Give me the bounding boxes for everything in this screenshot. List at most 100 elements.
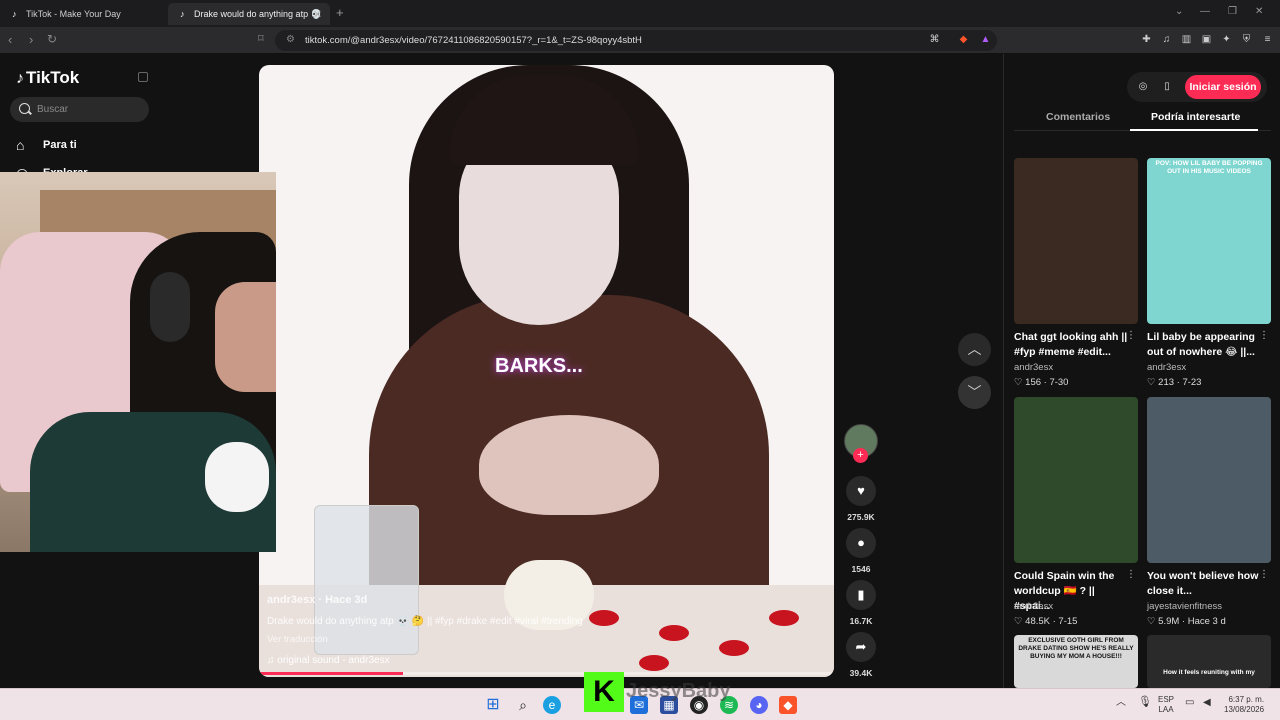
brave-shields-icon[interactable]: ◆ (958, 34, 969, 45)
language-code: ESP (1158, 695, 1175, 704)
search-icon[interactable]: ⌕ (514, 696, 532, 714)
video-thumbnail[interactable] (1014, 158, 1138, 324)
tab-tiktok-home[interactable]: ♪ TikTok - Make Your Day (0, 3, 166, 25)
vpn-icon[interactable]: ⛨ (1241, 34, 1252, 45)
collapse-sidebar-icon[interactable] (138, 72, 148, 82)
close-window-icon[interactable]: ✕ (1255, 6, 1263, 17)
sound-link[interactable]: ♫ original sound - andr3esx (267, 655, 390, 666)
video-thumbnail[interactable]: POV: HOW LIL BABY BE POPPING OUT IN HIS … (1147, 158, 1271, 324)
card-author[interactable]: andr3esx (1014, 601, 1053, 612)
webcam-overlay (0, 172, 276, 552)
tiktok-page: ♪TikTok Buscar ⌂ Para ti ◎ Explorar BARK… (0, 54, 1280, 688)
video-frame-detail (479, 415, 659, 515)
video-player[interactable]: BARKS... andr3esx · Hace 3d Drake would … (259, 65, 834, 677)
video-thumbnail[interactable]: EXCLUSIVE GOTH GIRL FROM DRAKE DATING SH… (1014, 635, 1138, 688)
close-tab-icon[interactable]: ✕ (313, 8, 322, 21)
windows-start-icon[interactable]: ⊞ (484, 696, 502, 714)
url-text[interactable]: tiktok.com/@andr3esx/video/7672411086820… (305, 35, 642, 46)
comment-button[interactable]: ● 1546 (843, 528, 879, 574)
phone-icon[interactable]: ▯ (1161, 81, 1173, 93)
comment-icon: ● (846, 528, 876, 558)
video-description: Drake would do anything atp 💀 🤔 || #fyp … (267, 616, 583, 627)
tab-title: TikTok - Make Your Day (26, 9, 121, 19)
media-icon[interactable]: ♫ (1161, 34, 1172, 45)
bookmark-icon[interactable]: ⌑ (258, 32, 264, 45)
heart-icon: ♥ (846, 476, 876, 506)
right-panel: ◎ ▯ Iniciar sesión Comentarios Podría in… (1003, 54, 1280, 688)
previous-video-button[interactable]: ︿ (958, 333, 991, 366)
tray-chevron-icon[interactable]: ︿ (1116, 698, 1126, 708)
share-count: 39.4K (849, 668, 873, 678)
card-title[interactable]: Chat ggt looking ahh || #fyp #meme #edit… (1014, 330, 1132, 360)
extensions-icon[interactable]: ✚ (1141, 34, 1152, 45)
chevron-down-icon: ﹀ (967, 384, 982, 400)
card-author[interactable]: andr3esx (1147, 362, 1186, 373)
more-options-icon[interactable]: ⋮ (1126, 569, 1136, 580)
login-button[interactable]: Iniciar sesión (1185, 75, 1261, 99)
card-author[interactable]: jayestavienfitness (1147, 601, 1222, 612)
translate-icon[interactable]: ⌘ (929, 34, 940, 45)
address-bar-row: ‹ › ↻ ⌑ ⚙ tiktok.com/@andr3esx/video/767… (0, 27, 1280, 54)
coin-icon[interactable]: ◎ (1137, 81, 1149, 93)
tab-video[interactable]: ♪ Drake would do anything atp 💀 ✕ (168, 3, 330, 25)
menu-icon[interactable]: ≡ (1262, 34, 1273, 45)
new-tab-button[interactable]: + (336, 5, 344, 20)
tiktok-logo-icon: ♪ (16, 70, 24, 87)
site-info-icon[interactable]: ⚙ (286, 34, 295, 45)
network-icon[interactable]: ▭ (1185, 698, 1194, 708)
tab-search-icon[interactable]: ⌄ (1175, 6, 1183, 17)
share-icon: ➦ (846, 632, 876, 662)
leo-icon[interactable]: ✦ (1221, 34, 1232, 45)
tab-comments[interactable]: Comentarios (1046, 111, 1110, 123)
language-indicator[interactable]: ESP LAA (1158, 695, 1174, 715)
search-icon (19, 103, 30, 114)
rewards-icon[interactable]: ▲ (980, 34, 991, 45)
tab-suggested[interactable]: Podría interesarte (1151, 111, 1240, 123)
discord-icon[interactable]: ◕ (750, 696, 768, 714)
edge-icon[interactable]: e (543, 696, 561, 714)
translate-link[interactable]: Ver traducción (267, 634, 328, 645)
video-frame-petal (639, 655, 669, 671)
more-options-icon[interactable]: ⋮ (1259, 330, 1269, 341)
video-thumbnail[interactable] (1147, 397, 1271, 563)
next-video-button[interactable]: ﹀ (958, 376, 991, 409)
share-button[interactable]: ➦ 39.4K (843, 632, 879, 678)
video-thumbnail[interactable]: How it feels reuniting with my (1147, 635, 1271, 688)
wallet-icon[interactable]: ▣ (1201, 34, 1212, 45)
video-frame-petal (719, 640, 749, 656)
comment-count: 1546 (851, 564, 871, 574)
clock[interactable]: 6:37 p. m. 13/08/2026 (1224, 695, 1264, 715)
restore-icon[interactable]: ❐ (1228, 6, 1237, 17)
tiktok-logo[interactable]: ♪ TikTok (16, 68, 79, 88)
save-button[interactable]: ▮ 16.7K (843, 580, 879, 626)
search-input[interactable]: Buscar (10, 97, 149, 122)
card-title[interactable]: Lil baby be appearing out of nowhere 😂 |… (1147, 330, 1265, 360)
tiktok-favicon-icon: ♪ (12, 8, 17, 19)
save-count: 16.7K (849, 616, 873, 626)
back-icon[interactable]: ‹ (8, 32, 12, 47)
card-stats: ♡ 213 · 7-23 (1147, 377, 1202, 388)
volume-icon[interactable]: ◀ (1203, 698, 1211, 708)
sidebar-item-for-you[interactable]: ⌂ Para ti (16, 136, 77, 154)
microphone-icon[interactable]: 🎙 (1138, 697, 1152, 708)
minimize-icon[interactable]: — (1200, 6, 1210, 17)
video-thumbnail[interactable] (1014, 397, 1138, 563)
active-tab-indicator (1130, 129, 1258, 131)
like-button[interactable]: ♥ 275.9K (843, 476, 879, 522)
reload-icon[interactable]: ↻ (47, 32, 57, 46)
follow-plus-icon[interactable]: + (853, 448, 868, 463)
streamer-name: JessyBaby (626, 680, 731, 702)
card-title[interactable]: You won't believe how close it... (1147, 569, 1265, 599)
sidebar-item-label: Para ti (43, 139, 77, 151)
card-author[interactable]: andr3esx (1014, 362, 1053, 373)
top-action-group: ◎ ▯ Iniciar sesión (1127, 72, 1267, 102)
more-options-icon[interactable]: ⋮ (1126, 330, 1136, 341)
video-author[interactable]: andr3esx · Hace 3d (267, 594, 367, 606)
brave-icon[interactable]: ◆ (779, 696, 797, 714)
forward-icon[interactable]: › (29, 32, 33, 47)
video-frame-glass (314, 505, 419, 655)
video-progress-bar[interactable] (259, 672, 834, 675)
bookmark-icon: ▮ (846, 580, 876, 610)
more-options-icon[interactable]: ⋮ (1259, 569, 1269, 580)
sidebar-icon[interactable]: ▥ (1181, 34, 1192, 45)
